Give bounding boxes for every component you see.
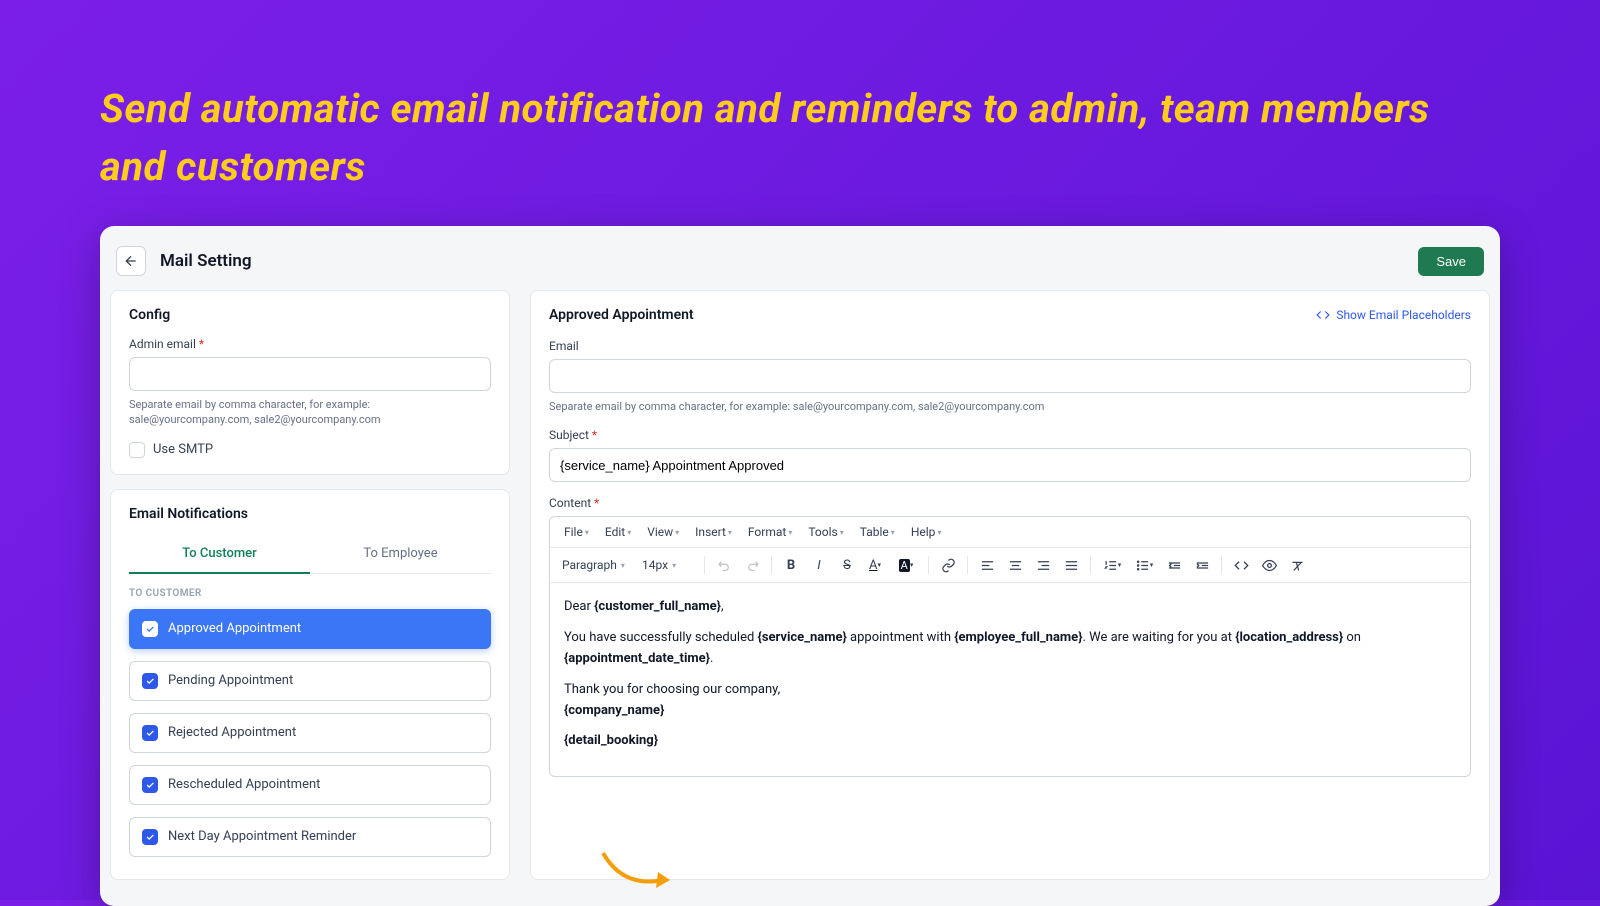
notif-checkbox[interactable]: [142, 829, 158, 845]
redo-button[interactable]: [739, 552, 765, 578]
notif-item-approved[interactable]: Approved Appointment: [129, 609, 491, 649]
clear-format-button[interactable]: [1284, 552, 1310, 578]
notif-label: Next Day Appointment Reminder: [168, 829, 356, 844]
notif-item-nextday[interactable]: Next Day Appointment Reminder: [129, 817, 491, 857]
tab-to-employee[interactable]: To Employee: [310, 536, 491, 573]
menu-format[interactable]: Format▾: [742, 523, 798, 541]
content-label: Content *: [549, 496, 1471, 510]
editor-toolbar: Paragraph▾ 14px▾ B I S A▾ A▾: [550, 548, 1470, 583]
email-label: Email: [549, 339, 1471, 353]
page-title: Mail Setting: [160, 251, 252, 271]
ordered-list-button[interactable]: ▾: [1097, 552, 1127, 578]
notif-item-rescheduled[interactable]: Rescheduled Appointment: [129, 765, 491, 805]
save-button[interactable]: Save: [1418, 247, 1484, 276]
code-icon: [1316, 308, 1330, 322]
notifications-card: Email Notifications To Customer To Emplo…: [110, 489, 510, 880]
code-button[interactable]: [1228, 552, 1254, 578]
back-button[interactable]: [116, 246, 146, 276]
subject-label: Subject *: [549, 428, 1471, 442]
indent-button[interactable]: [1189, 552, 1215, 578]
notifications-subhead: TO CUSTOMER: [129, 588, 491, 599]
undo-button[interactable]: [711, 552, 737, 578]
notif-label: Approved Appointment: [168, 621, 301, 636]
textcolor-button[interactable]: A▾: [862, 552, 888, 578]
admin-email-label: Admin email *: [129, 337, 491, 351]
paragraph-select[interactable]: Paragraph▾: [556, 554, 634, 576]
tab-to-customer[interactable]: To Customer: [129, 536, 310, 573]
menu-file[interactable]: File▾: [558, 523, 595, 541]
notif-label: Rejected Appointment: [168, 725, 296, 740]
notif-label: Pending Appointment: [168, 673, 293, 688]
email-input[interactable]: [549, 359, 1471, 393]
notif-item-pending[interactable]: Pending Appointment: [129, 661, 491, 701]
align-right-button[interactable]: [1030, 552, 1056, 578]
use-smtp-checkbox[interactable]: [129, 442, 145, 458]
align-justify-button[interactable]: [1058, 552, 1084, 578]
arrow-left-icon: [123, 253, 139, 269]
admin-email-input[interactable]: [129, 357, 491, 391]
detail-card: Approved Appointment Show Email Placehol…: [530, 290, 1490, 880]
editor-content[interactable]: Dear {customer_full_name}, You have succ…: [550, 583, 1470, 776]
use-smtp-label: Use SMTP: [153, 442, 213, 457]
show-placeholders-link[interactable]: Show Email Placeholders: [1316, 308, 1471, 322]
config-title: Config: [129, 307, 491, 323]
menu-edit[interactable]: Edit▾: [599, 523, 637, 541]
outdent-button[interactable]: [1161, 552, 1187, 578]
notif-checkbox[interactable]: [142, 725, 158, 741]
link-button[interactable]: [935, 552, 961, 578]
align-center-button[interactable]: [1002, 552, 1028, 578]
notif-checkbox[interactable]: [142, 621, 158, 637]
notif-label: Rescheduled Appointment: [168, 777, 320, 792]
editor-menubar: File▾ Edit▾ View▾ Insert▾ Format▾ Tools▾…: [550, 517, 1470, 548]
email-hint: Separate email by comma character, for e…: [549, 399, 1471, 414]
bold-button[interactable]: B: [778, 552, 804, 578]
subject-input[interactable]: [549, 448, 1471, 482]
app-window: Mail Setting Save Config Admin email * S…: [100, 226, 1500, 906]
preview-button[interactable]: [1256, 552, 1282, 578]
notif-checkbox[interactable]: [142, 673, 158, 689]
config-card: Config Admin email * Separate email by c…: [110, 290, 510, 475]
menu-help[interactable]: Help▾: [905, 523, 948, 541]
strikethrough-button[interactable]: S: [834, 552, 860, 578]
menu-table[interactable]: Table▾: [854, 523, 901, 541]
unordered-list-button[interactable]: ▾: [1129, 552, 1159, 578]
app-header: Mail Setting Save: [110, 236, 1490, 290]
detail-title: Approved Appointment: [549, 307, 694, 323]
bgcolor-button[interactable]: A▾: [890, 552, 922, 578]
fontsize-select[interactable]: 14px▾: [636, 554, 698, 576]
notif-checkbox[interactable]: [142, 777, 158, 793]
menu-tools[interactable]: Tools▾: [802, 523, 849, 541]
notifications-title: Email Notifications: [129, 506, 491, 522]
italic-button[interactable]: I: [806, 552, 832, 578]
hero-headline: Send automatic email notification and re…: [0, 0, 1600, 226]
align-left-button[interactable]: [974, 552, 1000, 578]
admin-email-hint: Separate email by comma character, for e…: [129, 397, 491, 428]
rich-text-editor: File▾ Edit▾ View▾ Insert▾ Format▾ Tools▾…: [549, 516, 1471, 777]
notif-item-rejected[interactable]: Rejected Appointment: [129, 713, 491, 753]
menu-insert[interactable]: Insert▾: [689, 523, 738, 541]
menu-view[interactable]: View▾: [641, 523, 685, 541]
